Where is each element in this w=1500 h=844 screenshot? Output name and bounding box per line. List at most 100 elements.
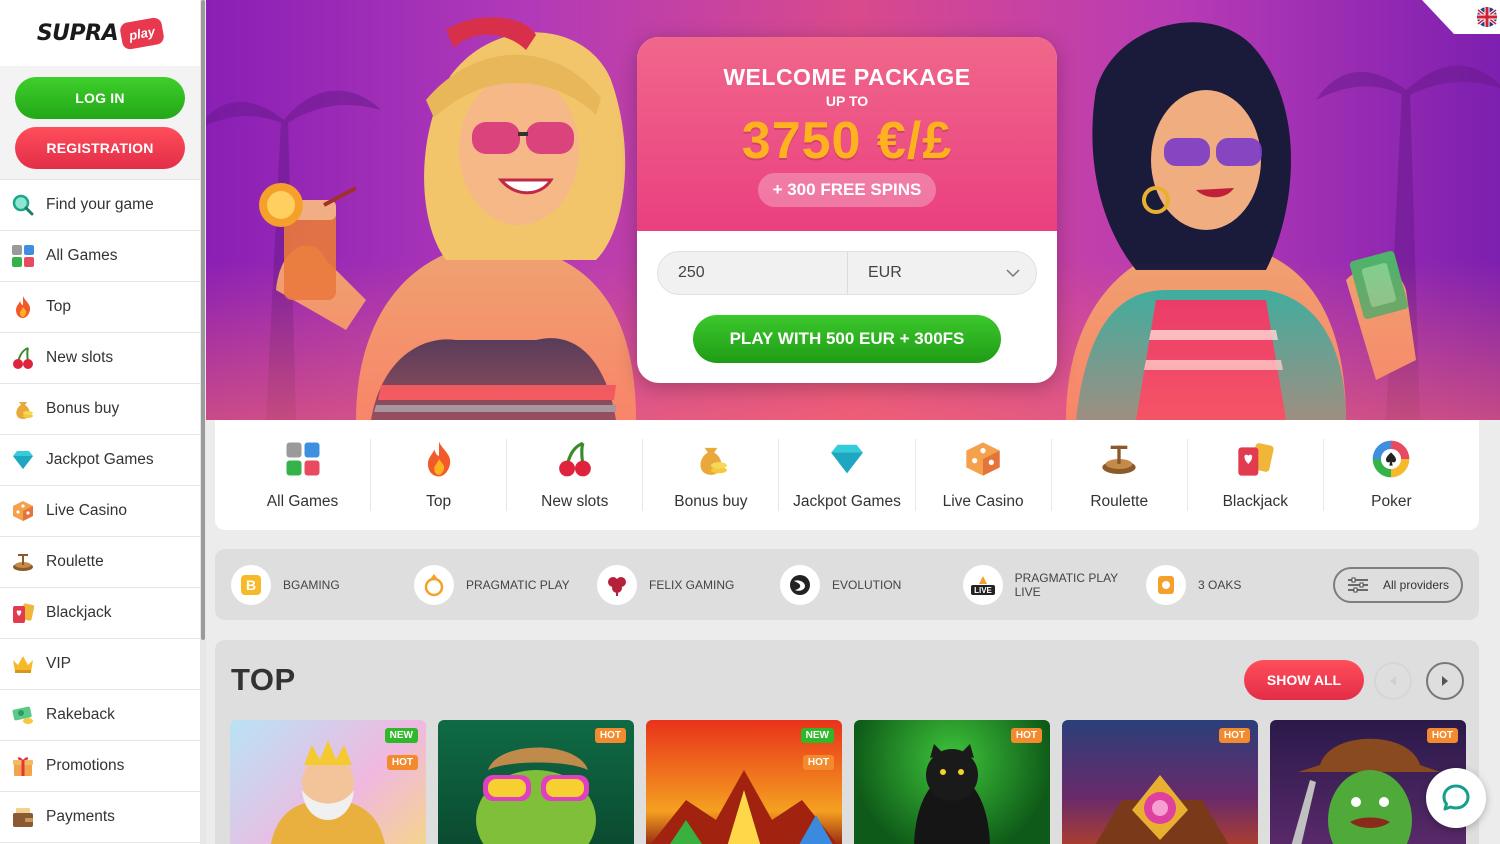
roulette-icon bbox=[1099, 439, 1139, 479]
evolution-logo-icon bbox=[780, 564, 820, 605]
provider-felix-gaming[interactable]: FELIX GAMING bbox=[597, 564, 780, 605]
hero-banner: WELCOME PACKAGE UP TO 3750 €/£ + 300 FRE… bbox=[206, 0, 1500, 420]
sidebar-item-label: Payments bbox=[46, 808, 115, 825]
sidebar-item-new-slots[interactable]: New slots bbox=[0, 333, 200, 384]
deposit-amount-input[interactable]: 250 bbox=[658, 252, 848, 294]
grid-icon bbox=[10, 243, 36, 269]
gift-icon bbox=[10, 753, 36, 779]
category-label: Live Casino bbox=[942, 493, 1024, 510]
category-label: Poker bbox=[1371, 493, 1412, 510]
dice-icon bbox=[963, 439, 1003, 479]
dice-icon bbox=[10, 498, 36, 524]
carousel-next-button[interactable] bbox=[1426, 662, 1464, 700]
currency-select[interactable]: EUR bbox=[848, 252, 1036, 294]
wallet-icon bbox=[10, 804, 36, 830]
money-bag-icon bbox=[691, 439, 731, 479]
sidebar-item-all-games[interactable]: All Games bbox=[0, 231, 200, 282]
all-providers-button[interactable]: All providers bbox=[1333, 566, 1463, 603]
hot-badge: HOT bbox=[386, 755, 418, 770]
category-new-slots[interactable]: New slots bbox=[507, 439, 644, 511]
cards-icon bbox=[1235, 439, 1275, 479]
sidebar-item-live-casino[interactable]: Live Casino bbox=[0, 486, 200, 537]
sidebar-item-promotions[interactable]: Promotions bbox=[0, 741, 200, 792]
category-label: Bonus buy bbox=[674, 493, 748, 510]
provider-pragmatic-play[interactable]: PRAGMATIC PLAY bbox=[414, 564, 597, 605]
cards-icon bbox=[10, 600, 36, 626]
cherries-icon bbox=[10, 345, 36, 371]
sidebar-item-rakeback[interactable]: Rakeback bbox=[0, 690, 200, 741]
sidebar-item-vip[interactable]: VIP bbox=[0, 639, 200, 690]
roulette-icon bbox=[10, 549, 36, 575]
sidebar-item-roulette[interactable]: Roulette bbox=[0, 537, 200, 588]
provider-name: BGAMING bbox=[283, 577, 340, 592]
deposit-row: 250 EUR bbox=[657, 251, 1037, 295]
login-button[interactable]: LOG IN bbox=[15, 77, 185, 119]
category-live-casino[interactable]: Live Casino bbox=[916, 439, 1052, 511]
sidebar-item-find-your-game[interactable]: Find your game bbox=[0, 180, 200, 231]
category-all-games[interactable]: All Games bbox=[235, 439, 372, 511]
sidebar-item-label: Top bbox=[46, 298, 71, 315]
category-label: New slots bbox=[541, 493, 609, 510]
sidebar-item-bonus-buy[interactable]: Bonus buy bbox=[0, 384, 200, 435]
carousel-prev-button[interactable] bbox=[1374, 662, 1412, 700]
promo-subtitle: UP TO bbox=[825, 93, 869, 109]
provider-pragmatic-play-live[interactable]: LIVE PRAGMATIC PLAY LIVE bbox=[963, 564, 1146, 605]
sidebar-item-label: Rakeback bbox=[46, 706, 115, 723]
game-tile[interactable]: NEW HOT bbox=[646, 720, 842, 844]
sidebar-item-label: Promotions bbox=[46, 757, 125, 774]
diamond-icon bbox=[10, 447, 36, 473]
provider-evolution[interactable]: EVOLUTION bbox=[780, 564, 963, 605]
deposit-form: 250 EUR PLAY WITH 500 EUR + 300FS bbox=[637, 231, 1057, 363]
game-tile[interactable]: HOT bbox=[854, 720, 1050, 844]
new-badge: NEW bbox=[800, 728, 834, 743]
provider-3-oaks[interactable]: 3 OAKS bbox=[1146, 564, 1329, 605]
provider-bgaming[interactable]: B BGAMING bbox=[231, 564, 414, 605]
live-chat-button[interactable] bbox=[1426, 768, 1486, 828]
show-all-button[interactable]: SHOW ALL bbox=[1244, 660, 1364, 700]
category-label: Blackjack bbox=[1222, 493, 1289, 510]
play-bonus-button[interactable]: PLAY WITH 500 EUR + 300FS bbox=[693, 315, 1001, 363]
category-jackpot-games[interactable]: Jackpot Games bbox=[779, 439, 916, 511]
game-tiles: NEW HOT HOT NEW HOT HOT HOT HOT bbox=[230, 720, 1466, 844]
section-title: TOP bbox=[231, 662, 296, 697]
category-label: All Games bbox=[266, 493, 339, 510]
logo[interactable]: SUPRA play bbox=[0, 0, 200, 66]
scrollbar-thumb[interactable] bbox=[201, 0, 205, 640]
promo-title: WELCOME PACKAGE bbox=[723, 64, 971, 90]
registration-button[interactable]: REGISTRATION bbox=[15, 127, 185, 169]
chevron-left-icon bbox=[1390, 676, 1396, 686]
game-tile[interactable]: HOT bbox=[438, 720, 634, 844]
sidebar-item-payments[interactable]: Payments bbox=[0, 792, 200, 843]
cherries-icon bbox=[555, 439, 595, 479]
category-label: Top bbox=[426, 493, 452, 510]
language-switcher[interactable] bbox=[1422, 0, 1500, 34]
category-roulette[interactable]: Roulette bbox=[1052, 439, 1188, 511]
category-bonus-buy[interactable]: Bonus buy bbox=[643, 439, 780, 511]
promo-amount: 3750 €/£ bbox=[741, 112, 953, 170]
promo-header: WELCOME PACKAGE UP TO 3750 €/£ + 300 FRE… bbox=[637, 37, 1057, 231]
provider-name: PRAGMATIC PLAY LIVE bbox=[1014, 570, 1118, 599]
category-blackjack[interactable]: Blackjack bbox=[1188, 439, 1324, 511]
sidebar-item-top[interactable]: Top bbox=[0, 282, 200, 333]
sidebar-item-blackjack[interactable]: Blackjack bbox=[0, 588, 200, 639]
grid-icon bbox=[283, 439, 323, 479]
provider-name: FELIX GAMING bbox=[649, 577, 735, 592]
hot-badge: HOT bbox=[594, 728, 626, 743]
category-poker[interactable]: Poker bbox=[1324, 439, 1459, 511]
all-providers-label: All providers bbox=[1382, 577, 1450, 592]
sidebar-item-jackpot-games[interactable]: Jackpot Games bbox=[0, 435, 200, 486]
game-tile[interactable]: NEW HOT bbox=[230, 720, 426, 844]
hot-badge: HOT bbox=[1426, 728, 1458, 743]
poker-chip-icon bbox=[1371, 439, 1411, 479]
svg-text:LIVE: LIVE bbox=[974, 586, 992, 595]
sidebar-item-label: New slots bbox=[46, 349, 114, 366]
sidebar-item-label: Blackjack bbox=[46, 604, 112, 621]
category-label: Roulette bbox=[1090, 493, 1149, 510]
category-top[interactable]: Top bbox=[371, 439, 508, 511]
sidebar-item-label: Bonus buy bbox=[46, 400, 120, 417]
hot-badge: HOT bbox=[1010, 728, 1042, 743]
free-spins-badge: + 300 FREE SPINS bbox=[757, 173, 937, 207]
svg-text:B: B bbox=[246, 577, 256, 593]
logo-badge: play bbox=[119, 16, 166, 50]
game-tile[interactable]: HOT bbox=[1062, 720, 1258, 844]
